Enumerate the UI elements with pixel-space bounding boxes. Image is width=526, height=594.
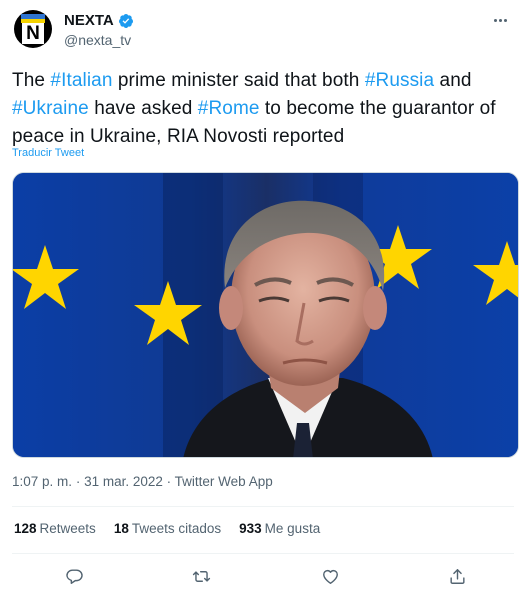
share-icon (449, 568, 465, 584)
hashtag-link[interactable]: #Italian (50, 70, 112, 91)
likes-stat[interactable]: 933 Me gusta (239, 521, 320, 536)
reply-button[interactable] (61, 563, 87, 589)
avatar[interactable]: N (14, 10, 52, 48)
quotes-stat[interactable]: 18 Tweets citados (114, 521, 221, 536)
tweet-text-segment: prime minister said that both (112, 70, 365, 91)
divider (12, 506, 514, 507)
retweet-icon (192, 570, 210, 582)
translate-tweet-link[interactable]: Traducir Tweet (12, 147, 84, 159)
avatar-logo: N (22, 23, 44, 44)
tweet-time[interactable]: 1:07 p. m. (12, 474, 72, 489)
photo-illustration (13, 173, 518, 457)
tweet-actions (0, 563, 526, 589)
hashtag-link[interactable]: #Ukraine (12, 98, 89, 119)
likes-count: 933 (239, 521, 262, 536)
tweet-text-segment: have asked (88, 98, 198, 119)
more-dot (498, 18, 502, 22)
tweet-text: The #Italian prime minister said that bo… (12, 67, 517, 151)
author-handle[interactable]: @nexta_tv (64, 32, 131, 48)
author-display-name[interactable]: NEXTA (64, 12, 114, 30)
more-options-icon[interactable] (488, 10, 512, 30)
tweet-source[interactable]: Twitter Web App (175, 474, 273, 489)
likes-label: Me gusta (264, 521, 321, 536)
retweets-label: Retweets (39, 521, 96, 536)
author-name-row: NEXTA (64, 12, 134, 30)
tweet-card: N NEXTA @nexta_tv The #Italian prime min… (0, 0, 526, 594)
tweet-text-segment: The (12, 70, 51, 91)
verified-badge-icon (118, 14, 133, 28)
like-icon (322, 569, 338, 584)
more-dot (493, 18, 497, 22)
meta-separator: · (166, 474, 172, 489)
tweet-meta: 1:07 p. m. · 31 mar. 2022 · Twitter Web … (12, 474, 273, 489)
tweet-date[interactable]: 31 mar. 2022 (84, 474, 163, 489)
tweet-stats: 128 Retweets 18 Tweets citados 933 Me gusta (14, 521, 320, 536)
tweet-text-segment: and (434, 70, 472, 91)
like-button[interactable] (317, 563, 343, 589)
hashtag-link[interactable]: #Rome (198, 98, 260, 119)
reply-icon (65, 568, 83, 584)
more-dot (503, 18, 507, 22)
hashtag-link[interactable]: #Russia (365, 70, 434, 91)
divider (12, 553, 514, 554)
retweets-count: 128 (14, 521, 37, 536)
tweet-photo[interactable] (12, 172, 519, 458)
meta-separator: · (75, 474, 81, 489)
quotes-count: 18 (113, 521, 129, 536)
quotes-label: Tweets citados (131, 521, 222, 536)
share-button[interactable] (444, 563, 470, 589)
retweets-stat[interactable]: 128 Retweets (14, 521, 96, 536)
retweet-button[interactable] (188, 563, 214, 589)
